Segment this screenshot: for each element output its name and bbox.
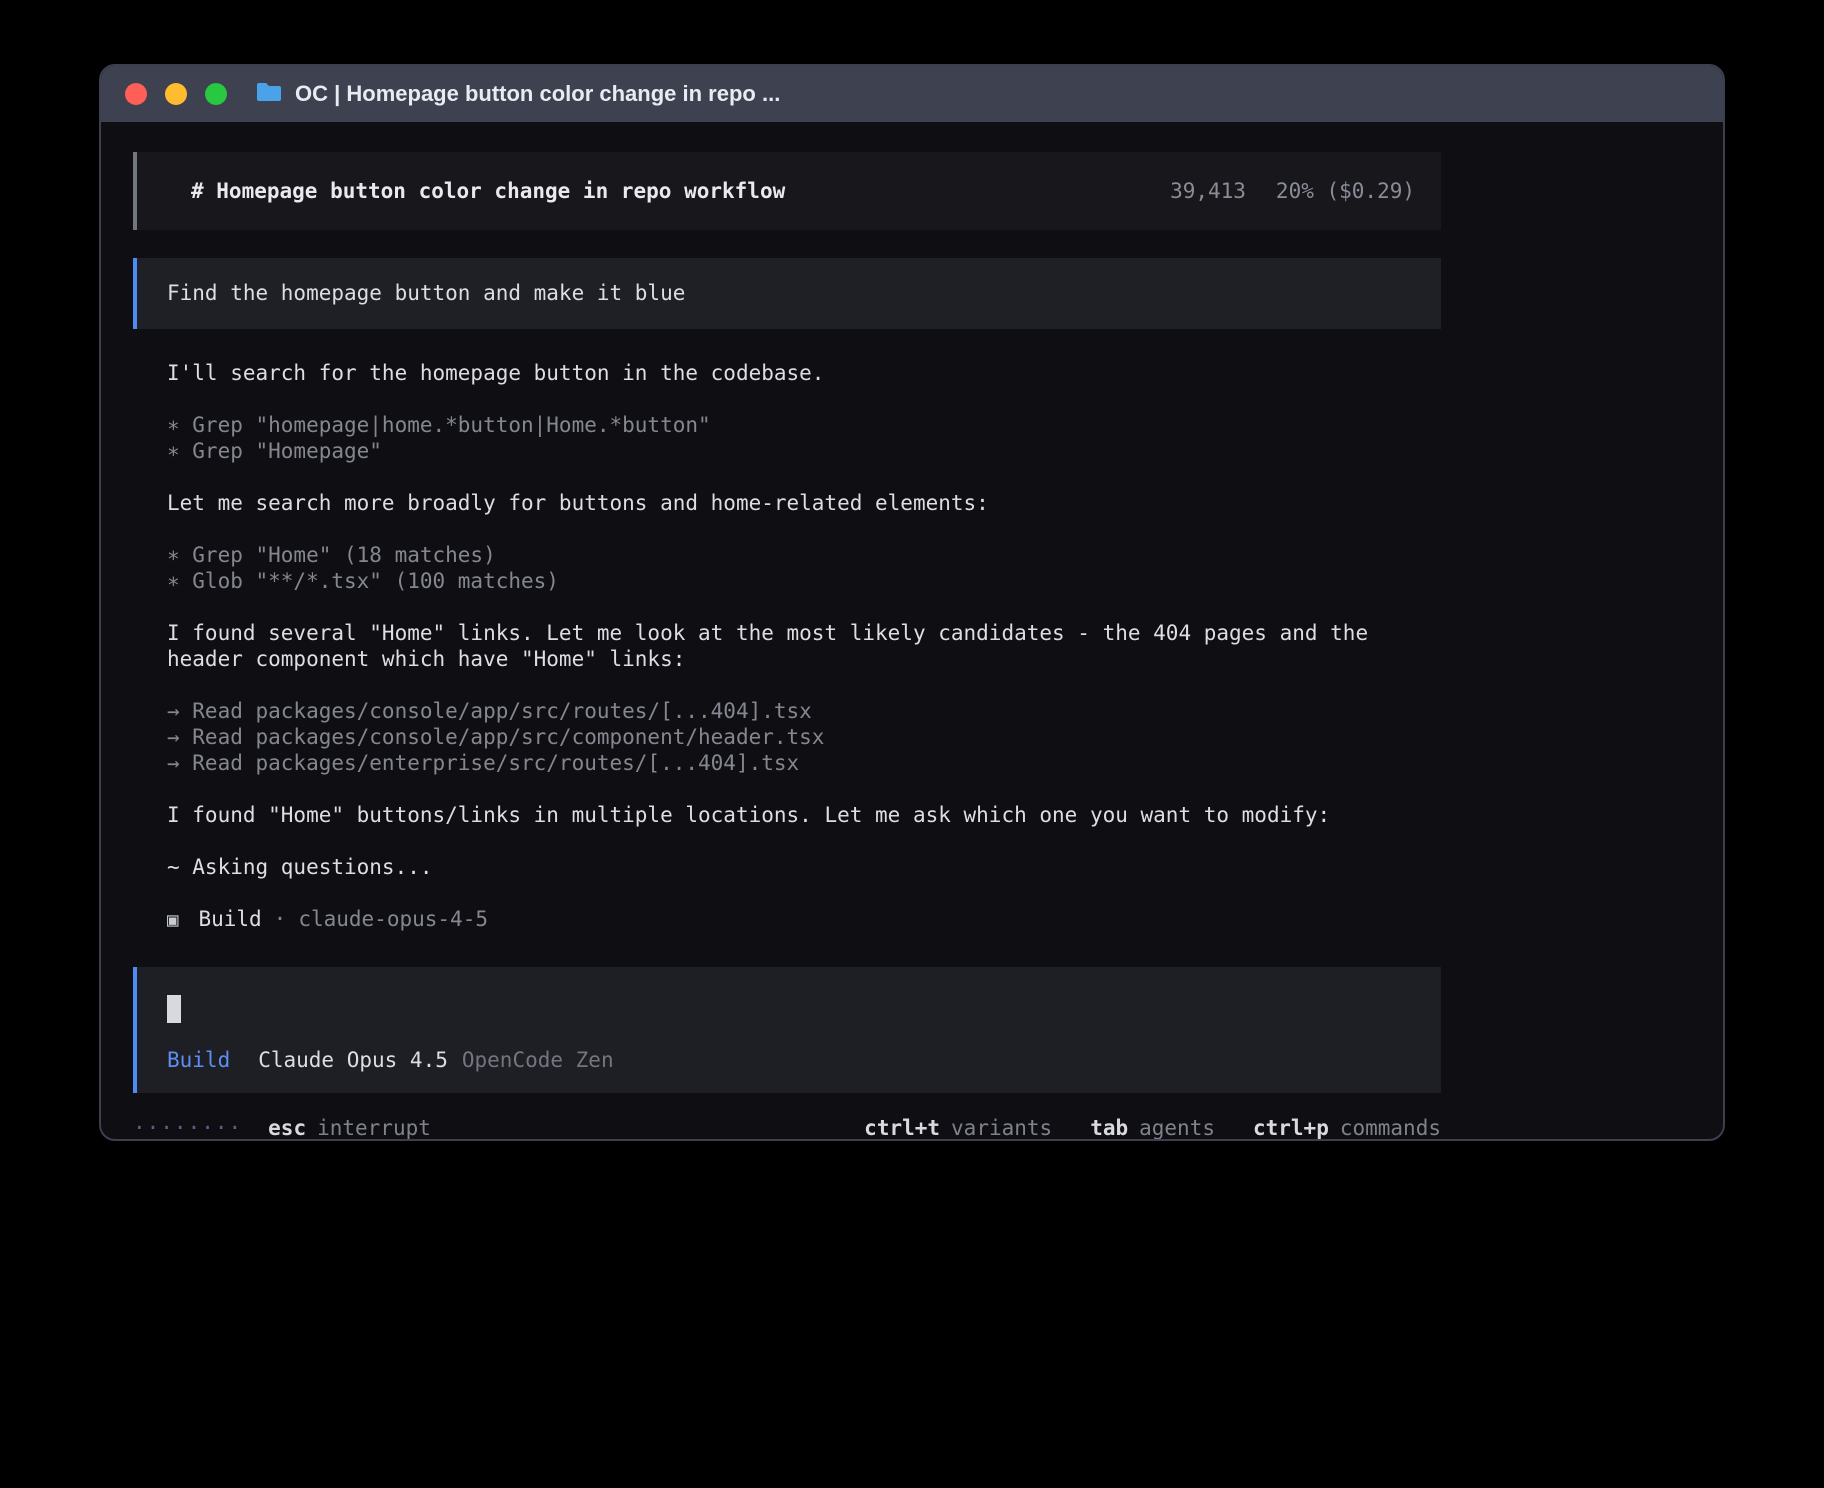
hint-key: ctrl+p [1253, 1115, 1329, 1141]
tool-call-grep: ∗ Grep "Homepage" [167, 438, 1441, 464]
title-area: OC | Homepage button color change in rep… [255, 81, 780, 107]
window-title: OC | Homepage button color change in rep… [295, 81, 780, 107]
hint-label: interrupt [317, 1115, 431, 1141]
zoom-button[interactable] [205, 83, 227, 105]
assistant-text: Let me search more broadly for buttons a… [167, 490, 1407, 516]
user-message-text: Find the homepage button and make it blu… [167, 281, 685, 305]
agent-icon: ▣ [167, 907, 178, 933]
hint-interrupt: esc interrupt [268, 1115, 431, 1141]
agent-status: ▣ Build · claude-opus-4-5 [167, 906, 1441, 933]
tool-call-grep: ∗ Grep "Home" (18 matches) [167, 542, 1441, 568]
input-meta: Build Claude Opus 4.5 OpenCode Zen [167, 1047, 1415, 1073]
hint-variants: ctrl+t variants [864, 1115, 1052, 1141]
agent-mode-label: Build [167, 1047, 230, 1073]
hint-commands: ctrl+p commands [1253, 1115, 1441, 1141]
text-cursor [167, 995, 181, 1023]
agent-name: Build [198, 906, 261, 932]
hint-agents: tab agents [1090, 1115, 1215, 1141]
window-controls [125, 83, 227, 105]
titlebar[interactable]: OC | Homepage button color change in rep… [101, 66, 1723, 122]
user-message: Find the homepage button and make it blu… [133, 258, 1441, 329]
session-title: # Homepage button color change in repo w… [191, 178, 785, 204]
hint-key: ctrl+t [864, 1115, 940, 1141]
hint-label: agents [1139, 1115, 1215, 1141]
agent-separator: · [274, 906, 287, 932]
tool-call-read: → Read packages/console/app/src/routes/[… [167, 698, 1441, 724]
assistant-text: I'll search for the homepage button in t… [167, 360, 1407, 386]
tool-call-grep: ∗ Grep "homepage|home.*button|Home.*butt… [167, 412, 1441, 438]
spinner-dots: ········ [133, 1115, 242, 1141]
terminal-window: OC | Homepage button color change in rep… [99, 64, 1725, 1141]
tool-call-read: → Read packages/console/app/src/componen… [167, 724, 1441, 750]
folder-icon [255, 81, 283, 107]
hint-label: variants [951, 1115, 1052, 1141]
assistant-status-text: ~ Asking questions... [167, 854, 1407, 880]
provider-label: OpenCode Zen [462, 1047, 614, 1073]
context-usage: 20% ($0.29) [1276, 178, 1415, 204]
tool-call-read: → Read packages/enterprise/src/routes/[.… [167, 750, 1441, 776]
terminal-content[interactable]: # Homepage button color change in repo w… [101, 122, 1723, 1141]
agent-model: claude-opus-4-5 [298, 906, 488, 932]
hint-key: tab [1090, 1115, 1128, 1141]
close-button[interactable] [125, 83, 147, 105]
hint-key: esc [268, 1115, 306, 1141]
session-stats: 39,413 20% ($0.29) [1170, 178, 1415, 204]
hints-right: ctrl+t variants tab agents ctrl+p comman… [864, 1115, 1441, 1141]
assistant-text: I found "Home" buttons/links in multiple… [167, 802, 1407, 828]
tool-call-glob: ∗ Glob "**/*.tsx" (100 matches) [167, 568, 1441, 594]
hint-label: commands [1340, 1115, 1441, 1141]
minimize-button[interactable] [165, 83, 187, 105]
status-bar: ········ esc interrupt ctrl+t variants t… [133, 1115, 1441, 1141]
transcript: I'll search for the homepage button in t… [167, 360, 1441, 880]
prompt-input[interactable]: Build Claude Opus 4.5 OpenCode Zen [133, 967, 1441, 1093]
token-count: 39,413 [1170, 178, 1246, 204]
assistant-text: I found several "Home" links. Let me loo… [167, 620, 1407, 672]
session-header: # Homepage button color change in repo w… [133, 152, 1441, 230]
model-label: Claude Opus 4.5 [258, 1047, 448, 1073]
